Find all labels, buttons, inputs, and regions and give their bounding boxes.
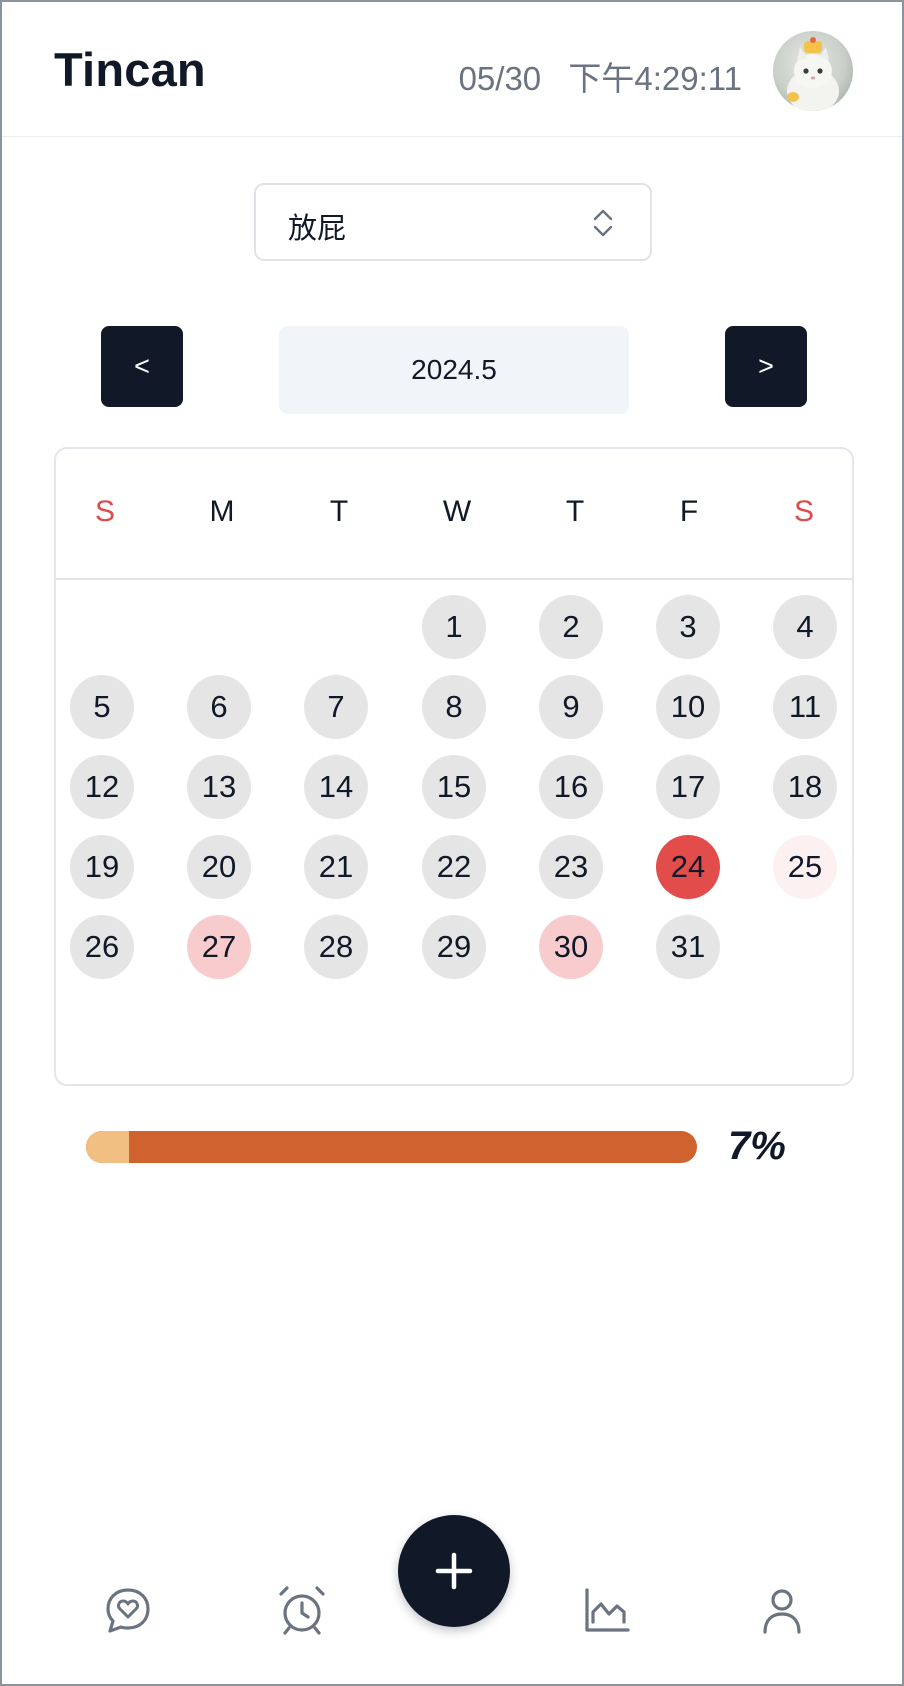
calendar-day[interactable]: 15: [422, 755, 486, 819]
calendar-day[interactable]: 27: [187, 915, 251, 979]
weekday-label: M: [209, 495, 235, 528]
chart-icon: [585, 1588, 630, 1632]
calendar-day[interactable]: 26: [70, 915, 134, 979]
alarm-clock-icon: [279, 1586, 325, 1635]
progress-percent: 7%: [728, 1124, 786, 1168]
calendar-day[interactable]: 9: [539, 675, 603, 739]
nav-stats-button[interactable]: [580, 1584, 634, 1638]
calendar-day[interactable]: 18: [773, 755, 837, 819]
category-select[interactable]: 放屁: [254, 183, 652, 261]
calendar-day[interactable]: 30: [539, 915, 603, 979]
calendar-day[interactable]: 3: [656, 595, 720, 659]
calendar-day[interactable]: 5: [70, 675, 134, 739]
calendar-day[interactable]: 10: [656, 675, 720, 739]
cat-avatar-icon: [787, 37, 839, 111]
app-title: Tincan: [54, 43, 206, 96]
weekday-label: W: [442, 495, 472, 528]
plus-icon: [435, 1552, 473, 1590]
weekday-header: S M T W T F S: [56, 449, 852, 580]
calendar-day[interactable]: 19: [70, 835, 134, 899]
calendar-day[interactable]: 22: [422, 835, 486, 899]
current-time: 下午4:29:11: [568, 60, 742, 97]
calendar-day[interactable]: 6: [187, 675, 251, 739]
calendar-day[interactable]: 8: [422, 675, 486, 739]
weekday-label: T: [329, 495, 349, 528]
chevron-up-down-icon: [593, 209, 613, 237]
calendar: S M T W T F S 1 2 3 4 5 6 7 8 9 10 11 12 13 14 15 16 17 1…: [54, 447, 854, 1086]
nav-chat-button[interactable]: [101, 1584, 155, 1638]
progress-bar: [86, 1131, 697, 1163]
nav-profile-button[interactable]: [755, 1584, 809, 1638]
calendar-day[interactable]: 20: [187, 835, 251, 899]
calendar-day[interactable]: 25: [773, 835, 837, 899]
calendar-day[interactable]: 4: [773, 595, 837, 659]
calendar-day[interactable]: 13: [187, 755, 251, 819]
calendar-day[interactable]: 29: [422, 915, 486, 979]
current-month-label: 2024.5: [279, 326, 629, 414]
weekday-label: T: [565, 495, 585, 528]
weekday-label: F: [679, 495, 699, 528]
calendar-day[interactable]: 16: [539, 755, 603, 819]
datetime: 05/30 下午4:29:11: [459, 52, 742, 100]
calendar-day[interactable]: 17: [656, 755, 720, 819]
calendar-day[interactable]: 28: [304, 915, 368, 979]
header: Tincan 05/30 下午4:29:11: [2, 2, 902, 137]
calendar-day[interactable]: 14: [304, 755, 368, 819]
calendar-day[interactable]: 11: [773, 675, 837, 739]
avatar[interactable]: [773, 31, 853, 111]
chat-heart-icon: [106, 1588, 150, 1633]
next-month-button[interactable]: >: [725, 326, 807, 407]
weekday-label: S: [793, 495, 814, 528]
calendar-day[interactable]: 31: [656, 915, 720, 979]
progress-fill: [86, 1131, 129, 1163]
category-select-value: 放屁: [288, 211, 347, 245]
calendar-day[interactable]: 24: [656, 835, 720, 899]
calendar-day[interactable]: 21: [304, 835, 368, 899]
calendar-day[interactable]: 1: [422, 595, 486, 659]
current-date: 05/30: [458, 60, 542, 97]
calendar-day[interactable]: 7: [304, 675, 368, 739]
app-frame: Tincan 05/30 下午4:29:11 放屁 < 2024.5 > S M…: [0, 0, 904, 1686]
add-button[interactable]: [398, 1515, 510, 1627]
nav-alarm-button[interactable]: [275, 1584, 329, 1638]
calendar-day[interactable]: 2: [539, 595, 603, 659]
prev-month-button[interactable]: <: [101, 326, 183, 407]
weekday-label: S: [94, 495, 115, 528]
user-icon: [763, 1589, 801, 1634]
calendar-day[interactable]: 12: [70, 755, 134, 819]
calendar-day[interactable]: 23: [539, 835, 603, 899]
